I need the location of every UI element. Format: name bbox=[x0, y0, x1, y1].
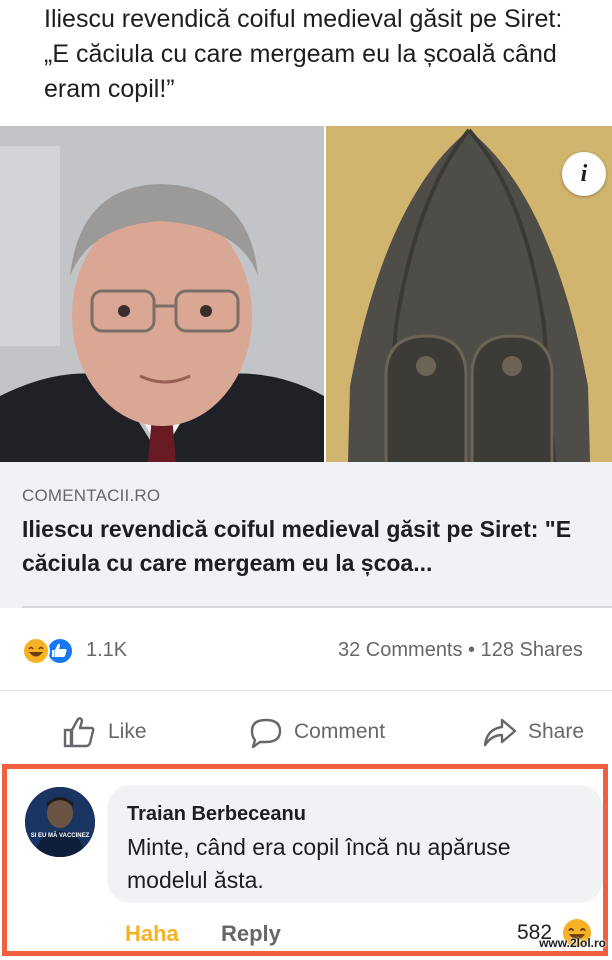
like-button[interactable]: Like bbox=[62, 717, 147, 748]
comment-label: Comment bbox=[294, 720, 386, 743]
post-text: Iliescu revendică coiful medieval găsit … bbox=[44, 5, 563, 103]
share-label: Share bbox=[528, 720, 585, 743]
info-icon[interactable]: i bbox=[562, 152, 606, 196]
like-label: Like bbox=[108, 720, 147, 743]
highlighted-comment: SI EU MĂ VACCINEZ Traian Berbeceanu Mint… bbox=[2, 764, 608, 956]
post-media[interactable]: i bbox=[0, 126, 612, 462]
link-preview-card[interactable]: COMENTACII.RO Iliescu revendică coiful m… bbox=[0, 462, 612, 608]
share-button[interactable]: Share bbox=[482, 717, 584, 747]
thumbs-up-icon bbox=[63, 717, 95, 748]
speech-bubble-icon bbox=[250, 718, 282, 749]
watermark: www.2lol.ro bbox=[539, 936, 606, 950]
portrait-photo bbox=[0, 126, 324, 462]
link-source: COMENTACII.RO bbox=[22, 486, 161, 505]
reply-button[interactable]: Reply bbox=[221, 921, 281, 947]
helmet-photo: i bbox=[326, 126, 612, 462]
avatar[interactable]: SI EU MĂ VACCINEZ bbox=[25, 787, 95, 857]
divider bbox=[22, 606, 612, 608]
comment-bubble: Traian Berbeceanu Minte, când era copil … bbox=[107, 785, 603, 903]
reactions-summary: 1.1K 32 Comments • 128 Shares bbox=[0, 625, 612, 675]
share-arrow-icon bbox=[483, 718, 517, 747]
reaction-count[interactable]: 1.1K bbox=[86, 639, 127, 662]
post-actions: Like Comment Share bbox=[0, 690, 612, 760]
avatar-caption: SI EU MĂ VACCINEZ bbox=[30, 833, 90, 839]
comments-shares-count[interactable]: 32 Comments • 128 Shares bbox=[338, 639, 583, 662]
haha-icon[interactable] bbox=[22, 637, 50, 665]
comment-author[interactable]: Traian Berbeceanu bbox=[127, 803, 306, 826]
comment-text: Minte, când era copil încă nu apăruse mo… bbox=[127, 834, 511, 893]
comment-button[interactable]: Comment bbox=[248, 717, 386, 749]
haha-reaction-button[interactable]: Haha bbox=[125, 921, 179, 947]
like-icon[interactable] bbox=[46, 637, 74, 665]
link-title[interactable]: Iliescu revendică coiful medieval găsit … bbox=[22, 512, 612, 580]
